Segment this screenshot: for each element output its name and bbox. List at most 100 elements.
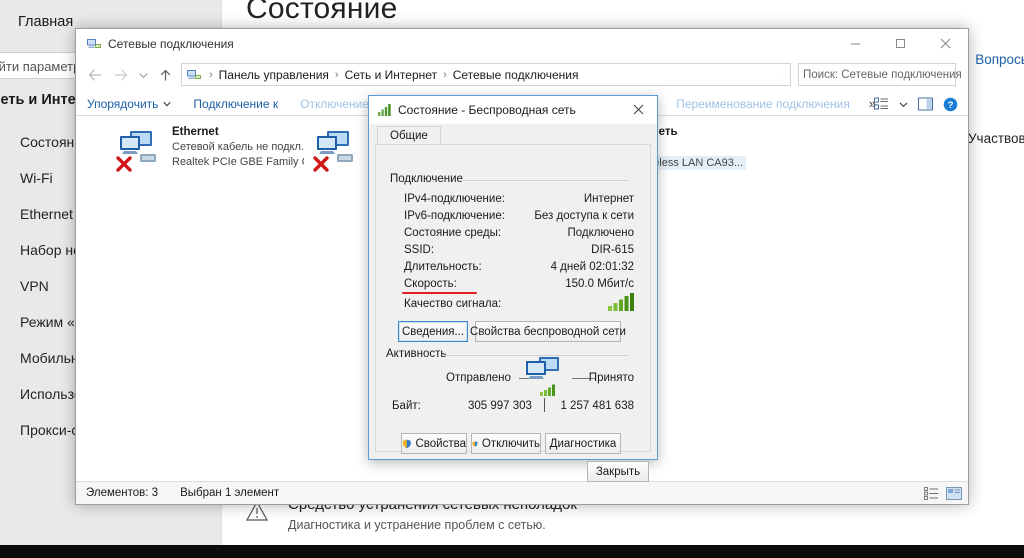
maximize-button[interactable] bbox=[878, 29, 923, 58]
window-controls bbox=[833, 29, 968, 58]
tab-label: Общие bbox=[390, 130, 428, 142]
rename-connection-button[interactable]: Переименование подключения bbox=[665, 97, 861, 111]
nav-arrow-group bbox=[82, 62, 178, 88]
wireless-properties-button[interactable]: Свойства беспроводной сети bbox=[470, 321, 626, 342]
maximize-icon bbox=[896, 39, 905, 48]
organize-label: Упорядочить bbox=[87, 96, 159, 111]
status-view-buttons bbox=[924, 486, 962, 500]
details-button[interactable]: Сведения... bbox=[398, 321, 468, 342]
search-box[interactable]: Поиск: Сетевые подключения bbox=[798, 63, 962, 86]
explorer-status-bar: Элементов: 3 Выбран 1 элемент bbox=[76, 481, 968, 504]
explorer-navigation-bar: › Панель управления › Сеть и Интернет › … bbox=[76, 59, 968, 92]
disable-button-label: Отключить bbox=[481, 437, 540, 450]
network-adapter-disconnected-icon bbox=[116, 131, 156, 172]
back-button[interactable] bbox=[82, 62, 108, 88]
wifi-signal-icon bbox=[378, 104, 391, 116]
screen-bottom-edge bbox=[0, 545, 1024, 558]
speed-label: Скорость: bbox=[404, 278, 457, 290]
ipv4-label: IPv4-подключение: bbox=[404, 193, 505, 205]
dialog-title-text: Состояние - Беспроводная сеть bbox=[398, 103, 576, 117]
network-connections-icon bbox=[187, 69, 201, 79]
adapter-name: Ethernet bbox=[172, 126, 219, 138]
back-arrow-icon bbox=[88, 69, 102, 81]
sent-label: Отправлено bbox=[446, 372, 511, 384]
up-button[interactable] bbox=[152, 62, 178, 88]
breadcrumb-item-network-connections[interactable]: Сетевые подключения bbox=[451, 68, 581, 82]
explorer-title-bar: Сетевые подключения bbox=[76, 29, 968, 59]
status-item-count: Элементов: 3 bbox=[86, 487, 159, 499]
breadcrumb-separator: › bbox=[443, 68, 447, 81]
dialog-close-button[interactable] bbox=[619, 96, 657, 123]
address-bar-dropdown[interactable] bbox=[777, 71, 786, 78]
bytes-received-value: 1 257 481 638 bbox=[560, 400, 634, 412]
ipv4-value: Интернет bbox=[583, 193, 634, 205]
signal-bars-icon bbox=[540, 384, 555, 396]
status-selection: Выбран 1 элемент bbox=[180, 487, 280, 499]
tab-general[interactable]: Общие bbox=[377, 126, 441, 145]
adapter-status: Сетевой кабель не подкл... bbox=[172, 141, 304, 153]
participate-text[interactable]: Участвовать bbox=[968, 131, 1024, 146]
sidebar-home-link[interactable]: Главная bbox=[18, 14, 73, 30]
activity-divider bbox=[544, 398, 545, 412]
minimize-button[interactable] bbox=[833, 29, 878, 58]
diagnose-button[interactable]: Диагностика bbox=[545, 433, 621, 454]
wireless-properties-label: Свойства беспроводной сети bbox=[470, 325, 626, 338]
minimize-icon bbox=[851, 43, 860, 45]
forward-arrow-icon bbox=[114, 69, 128, 81]
signal-bars-icon bbox=[608, 293, 634, 311]
list-item[interactable]: Ethernet Сетевой кабель не подкл... Real… bbox=[114, 124, 304, 182]
dialog-tab-panel: Подключение IPv4-подключение: Интернет I… bbox=[375, 144, 651, 454]
connect-to-button[interactable]: Подключение к bbox=[182, 97, 289, 111]
chevron-down-icon bbox=[138, 72, 148, 78]
sidebar-item-label: Ethernet bbox=[20, 206, 73, 222]
details-view-icon[interactable] bbox=[924, 486, 939, 500]
breadcrumb-separator: › bbox=[334, 68, 339, 81]
close-icon bbox=[940, 38, 951, 49]
troubleshooter-subtitle: Диагностика и устранение проблем с сетью… bbox=[288, 518, 546, 532]
recent-locations-button[interactable] bbox=[134, 62, 152, 88]
search-input-placeholder: Поиск: Сетевые подключения bbox=[803, 68, 962, 81]
address-bar[interactable]: › Панель управления › Сеть и Интернет › … bbox=[181, 63, 791, 86]
breadcrumb-item-control-panel[interactable]: Панель управления bbox=[217, 68, 331, 82]
dialog-body: Общие Подключение IPv4-подключение: Инте… bbox=[369, 124, 657, 482]
activity-group-title: Активность bbox=[386, 348, 453, 360]
ssid-label: SSID: bbox=[404, 244, 435, 256]
dialog-tabstrip: Общие bbox=[377, 124, 441, 145]
settings-search-placeholder: Найти параметр bbox=[0, 59, 81, 74]
adapter-device: Realtek PCIe GBE Family C... bbox=[172, 156, 304, 168]
bytes-sent-value: 305 997 303 bbox=[468, 400, 532, 412]
explorer-title-text: Сетевые подключения bbox=[108, 37, 234, 51]
connect-to-label: Подключение к bbox=[193, 96, 279, 111]
forward-button[interactable] bbox=[108, 62, 134, 88]
help-icon[interactable]: ? bbox=[943, 97, 958, 112]
close-button[interactable] bbox=[923, 29, 968, 58]
network-adapter-disconnected-icon bbox=[313, 131, 353, 172]
close-icon bbox=[633, 104, 643, 115]
shield-icon bbox=[472, 440, 478, 447]
breadcrumb-item-network-internet[interactable]: Сеть и Интернет bbox=[343, 68, 439, 82]
disable-button[interactable]: Отключить bbox=[471, 433, 541, 454]
shield-icon bbox=[402, 439, 411, 448]
organize-button[interactable]: Упорядочить bbox=[76, 97, 182, 111]
signal-quality-label: Качество сигнала: bbox=[404, 298, 502, 310]
chevron-down-icon[interactable] bbox=[899, 101, 908, 108]
preview-pane-icon[interactable] bbox=[918, 97, 933, 111]
properties-button[interactable]: Свойства bbox=[401, 433, 467, 454]
ssid-value: DIR-615 bbox=[591, 244, 634, 256]
media-state-value: Подключено bbox=[567, 227, 635, 239]
received-label: Принято bbox=[588, 372, 634, 384]
network-connections-icon bbox=[87, 39, 101, 48]
screen: Главная Найти параметр Сеть и Интернет С… bbox=[0, 0, 1024, 558]
duration-label: Длительность: bbox=[404, 261, 482, 273]
connection-group-title: Подключение bbox=[390, 173, 469, 185]
connection-group-line bbox=[460, 180, 628, 181]
view-options-icon[interactable] bbox=[874, 97, 889, 111]
tiles-view-icon[interactable] bbox=[946, 486, 962, 500]
close-button-label: Закрыть bbox=[595, 465, 641, 478]
ipv6-label: IPv6-подключение: bbox=[404, 210, 505, 222]
questions-link[interactable]: Вопросы? bbox=[975, 52, 1024, 67]
list-item-text: Ethernet Сетевой кабель не подкл... Real… bbox=[172, 126, 304, 168]
chevron-down-icon bbox=[781, 74, 782, 75]
close-dialog-button[interactable]: Закрыть bbox=[587, 461, 649, 482]
chevron-down-icon bbox=[163, 101, 172, 106]
